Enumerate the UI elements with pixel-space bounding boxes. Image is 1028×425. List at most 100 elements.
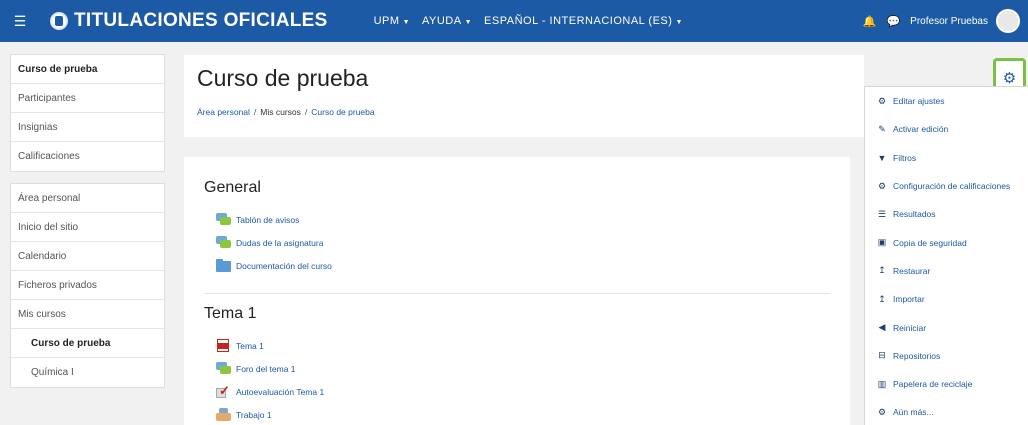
admin-item-outcomes[interactable]: ☰ Resultados (865, 200, 1028, 228)
pdf-icon (216, 339, 231, 352)
drawer-item-calendar[interactable]: Calendario (11, 242, 164, 271)
admin-item-label: Restaurar (893, 265, 931, 276)
page-header: Curso de prueba Área personal / Mis cursos… (184, 55, 864, 137)
admin-item-repositories[interactable]: ⊟ Repositorios (865, 342, 1028, 370)
site-nav-block: Área personal Inicio del sitio Calendari… (10, 183, 165, 388)
upload-icon: ↥ (878, 293, 886, 304)
admin-item-edit-settings[interactable]: ⚙ Editar ajustes (865, 87, 1028, 115)
menu-upm[interactable]: UPM ▼ (374, 15, 410, 27)
admin-item-label: Importar (893, 294, 925, 305)
admin-item-label: Repositorios (893, 350, 941, 361)
top-menu: UPM ▼ AYUDA ▼ ESPAÑOL - INTERNACIONAL (ES)… (374, 15, 695, 27)
hdd-icon: ⊟ (878, 350, 886, 361)
breadcrumb-my-courses[interactable]: Mis cursos (260, 107, 301, 117)
activity-news-forum[interactable]: Tablón de avisos (216, 213, 299, 226)
admin-item-label: Papelera de reciclaje (893, 379, 973, 390)
folder-icon (216, 259, 231, 272)
breadcrumb-dashboard[interactable]: Área personal (197, 107, 250, 117)
page-title: Curso de prueba (197, 65, 369, 91)
caret-down-icon: ▼ (675, 19, 683, 26)
forum-icon (216, 362, 231, 375)
menu-ayuda-label: AYUDA (422, 15, 462, 27)
site-title[interactable]: TITULACIONES OFICIALES (74, 10, 328, 32)
drawer-item-course-prueba[interactable]: Curso de prueba (11, 329, 164, 358)
drawer-item-private-files[interactable]: Ficheros privados (11, 271, 164, 300)
activity-course-folder[interactable]: Documentación del curso (216, 259, 332, 272)
drawer-item-course-quimica[interactable]: Química I (11, 358, 164, 387)
menu-language-label: ESPAÑOL - INTERNACIONAL (ES) (484, 15, 673, 27)
activity-tema1-pdf[interactable]: Tema 1 (216, 339, 264, 352)
chat-icon[interactable]: 💬 (886, 15, 900, 28)
activity-assignment[interactable]: Trabajo 1 (216, 408, 272, 421)
forum-icon (216, 213, 231, 226)
forum-icon (216, 236, 231, 249)
assignment-icon (216, 408, 231, 421)
breadcrumb: Área personal / Mis cursos / Curso de prueba (197, 107, 375, 117)
activity-label: Autoevaluación Tema 1 (236, 386, 325, 397)
gear-icon: ⚙ (877, 180, 887, 191)
site-brand[interactable]: TITULACIONES OFICIALES (50, 10, 328, 32)
admin-item-label: Resultados (893, 209, 936, 220)
user-area: 🔔 💬 Profesor Pruebas (863, 0, 1020, 42)
drawer-item-my-courses[interactable]: Mis cursos (11, 300, 164, 329)
activity-questions-forum[interactable]: Dudas de la asignatura (216, 236, 323, 249)
admin-item-label: Editar ajustes (893, 96, 945, 107)
avatar[interactable] (996, 9, 1020, 33)
bell-icon[interactable]: 🔔 (863, 15, 877, 28)
admin-item-label: Copia de seguridad (893, 237, 967, 248)
admin-item-restore[interactable]: ↥ Restaurar (865, 257, 1028, 285)
hamburger-menu-icon[interactable]: ☰ (0, 13, 40, 30)
admin-item-label: Configuración de calificaciones (893, 181, 1011, 192)
caret-down-icon: ▼ (464, 19, 473, 26)
course-content: General Tablón de avisos Dudas de la asi… (184, 157, 850, 425)
filter-icon: ▼ (877, 152, 887, 163)
breadcrumb-separator: / (304, 107, 308, 117)
user-name[interactable]: Profesor Pruebas (910, 16, 988, 27)
admin-item-label: Filtros (893, 152, 917, 163)
section-title-general[interactable]: General (204, 179, 261, 197)
top-navbar: ☰ TITULACIONES OFICIALES UPM ▼ AYUDA ▼ ESP… (0, 0, 1028, 42)
drawer-item-course[interactable]: Curso de prueba (11, 55, 164, 84)
activity-label: Foro del tema 1 (236, 363, 296, 374)
drawer-item-badges[interactable]: Insignias (11, 113, 164, 142)
admin-item-label: Reiniciar (893, 322, 927, 333)
admin-item-backup[interactable]: ▣ Copia de seguridad (865, 228, 1028, 256)
backup-icon: ▣ (877, 237, 887, 248)
activity-label: Documentación del curso (236, 260, 332, 271)
drawer-item-participants[interactable]: Participantes (11, 84, 164, 113)
trash-icon: ▥ (877, 378, 887, 389)
admin-item-gradebook-setup[interactable]: ⚙ Configuración de calificaciones (865, 172, 1028, 200)
breadcrumb-course[interactable]: Curso de prueba (311, 107, 374, 117)
admin-item-import[interactable]: ↥ Importar (865, 285, 1028, 313)
gear-icon: ⚙ (877, 406, 887, 417)
section-divider (204, 293, 830, 294)
pencil-icon: ✎ (878, 123, 886, 134)
admin-item-turn-editing-on[interactable]: ✎ Activar edición (865, 115, 1028, 143)
drawer-item-grades[interactable]: Calificaciones (11, 142, 164, 171)
menu-ayuda[interactable]: AYUDA ▼ (422, 15, 472, 27)
admin-item-reset[interactable]: ◀ Reiniciar (865, 313, 1028, 341)
admin-item-more[interactable]: ⚙ Aún más... (865, 398, 1028, 425)
drawer-item-site-home[interactable]: Inicio del sitio (11, 213, 164, 242)
menu-upm-label: UPM (373, 15, 400, 27)
upload-icon: ↥ (878, 265, 886, 276)
arrow-left-icon: ◀ (878, 322, 886, 333)
admin-item-filters[interactable]: ▼ Filtros (865, 144, 1028, 172)
admin-item-label: Activar edición (893, 124, 949, 135)
university-logo-icon (50, 12, 68, 30)
section-title-tema1[interactable]: Tema 1 (204, 305, 256, 323)
menu-language[interactable]: ESPAÑOL - INTERNACIONAL (ES) ▼ (484, 15, 683, 27)
activity-label: Tema 1 (236, 340, 264, 351)
list-icon: ☰ (877, 208, 887, 219)
drawer-item-dashboard[interactable]: Área personal (11, 184, 164, 213)
admin-item-recycle-bin[interactable]: ▥ Papelera de reciclaje (865, 370, 1028, 398)
activity-tema1-forum[interactable]: Foro del tema 1 (216, 362, 296, 375)
nav-drawer: Curso de prueba Participantes Insignias … (10, 54, 165, 399)
breadcrumb-separator: / (253, 107, 257, 117)
gear-icon: ⚙ (877, 95, 887, 106)
course-admin-dropdown: ⚙ Editar ajustes ✎ Activar edición ▼ Filtro… (864, 86, 1028, 425)
activity-tema1-quiz[interactable]: ✓ Autoevaluación Tema 1 (216, 384, 325, 398)
activity-label: Trabajo 1 (236, 409, 272, 420)
caret-down-icon: ▼ (402, 19, 410, 26)
course-nav-block: Curso de prueba Participantes Insignias … (10, 54, 165, 172)
